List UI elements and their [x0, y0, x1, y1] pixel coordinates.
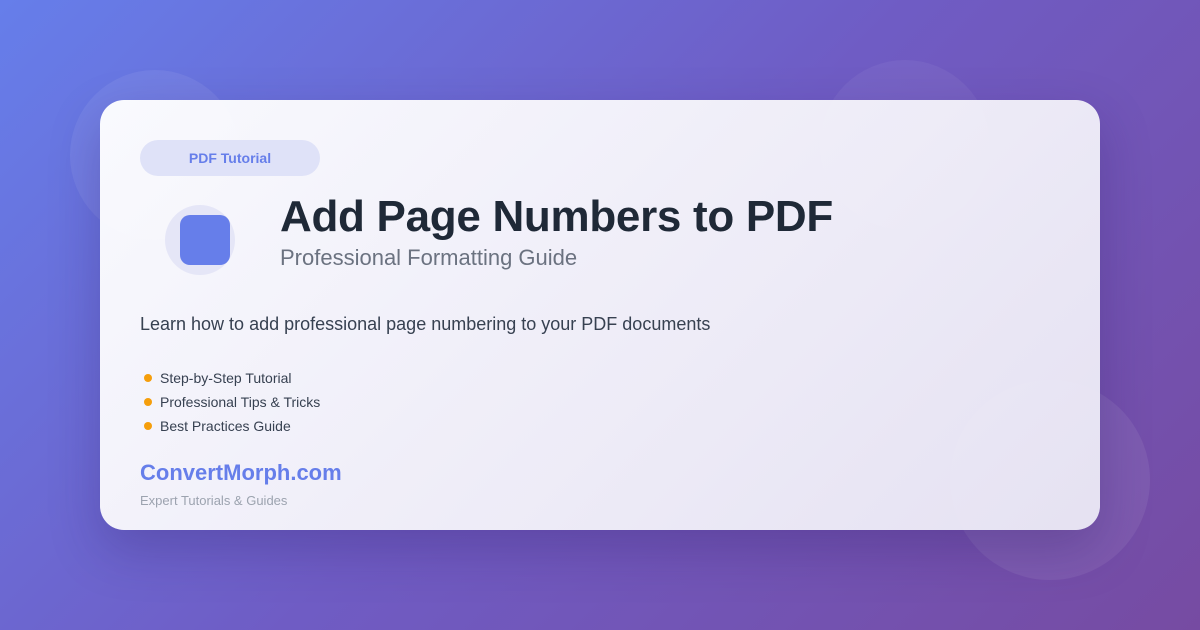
- document-icon: [180, 215, 230, 265]
- icon-container: [165, 205, 235, 275]
- feature-label: Professional Tips & Tricks: [160, 394, 321, 410]
- page-title: Add Page Numbers to PDF: [280, 192, 833, 241]
- description: Learn how to add professional page numbe…: [140, 314, 711, 334]
- list-item: Professional Tips & Tricks: [140, 390, 320, 414]
- feature-label: Step-by-Step Tutorial: [160, 370, 292, 386]
- bullet-icon: [144, 374, 152, 382]
- feature-label: Best Practices Guide: [160, 418, 291, 434]
- list-item: Best Practices Guide: [140, 414, 320, 438]
- page-subtitle: Professional Formatting Guide: [280, 245, 578, 270]
- category-badge: PDF Tutorial: [140, 140, 320, 176]
- list-item: Step-by-Step Tutorial: [140, 366, 320, 390]
- brand-tagline: Expert Tutorials & Guides: [140, 493, 288, 508]
- content-card: PDF Tutorial Add Page Numbers to PDF Pro…: [100, 100, 1100, 530]
- brand-name: ConvertMorph.com: [140, 460, 342, 485]
- bullet-icon: [144, 422, 152, 430]
- feature-list: Step-by-Step Tutorial Professional Tips …: [140, 366, 320, 438]
- bullet-icon: [144, 398, 152, 406]
